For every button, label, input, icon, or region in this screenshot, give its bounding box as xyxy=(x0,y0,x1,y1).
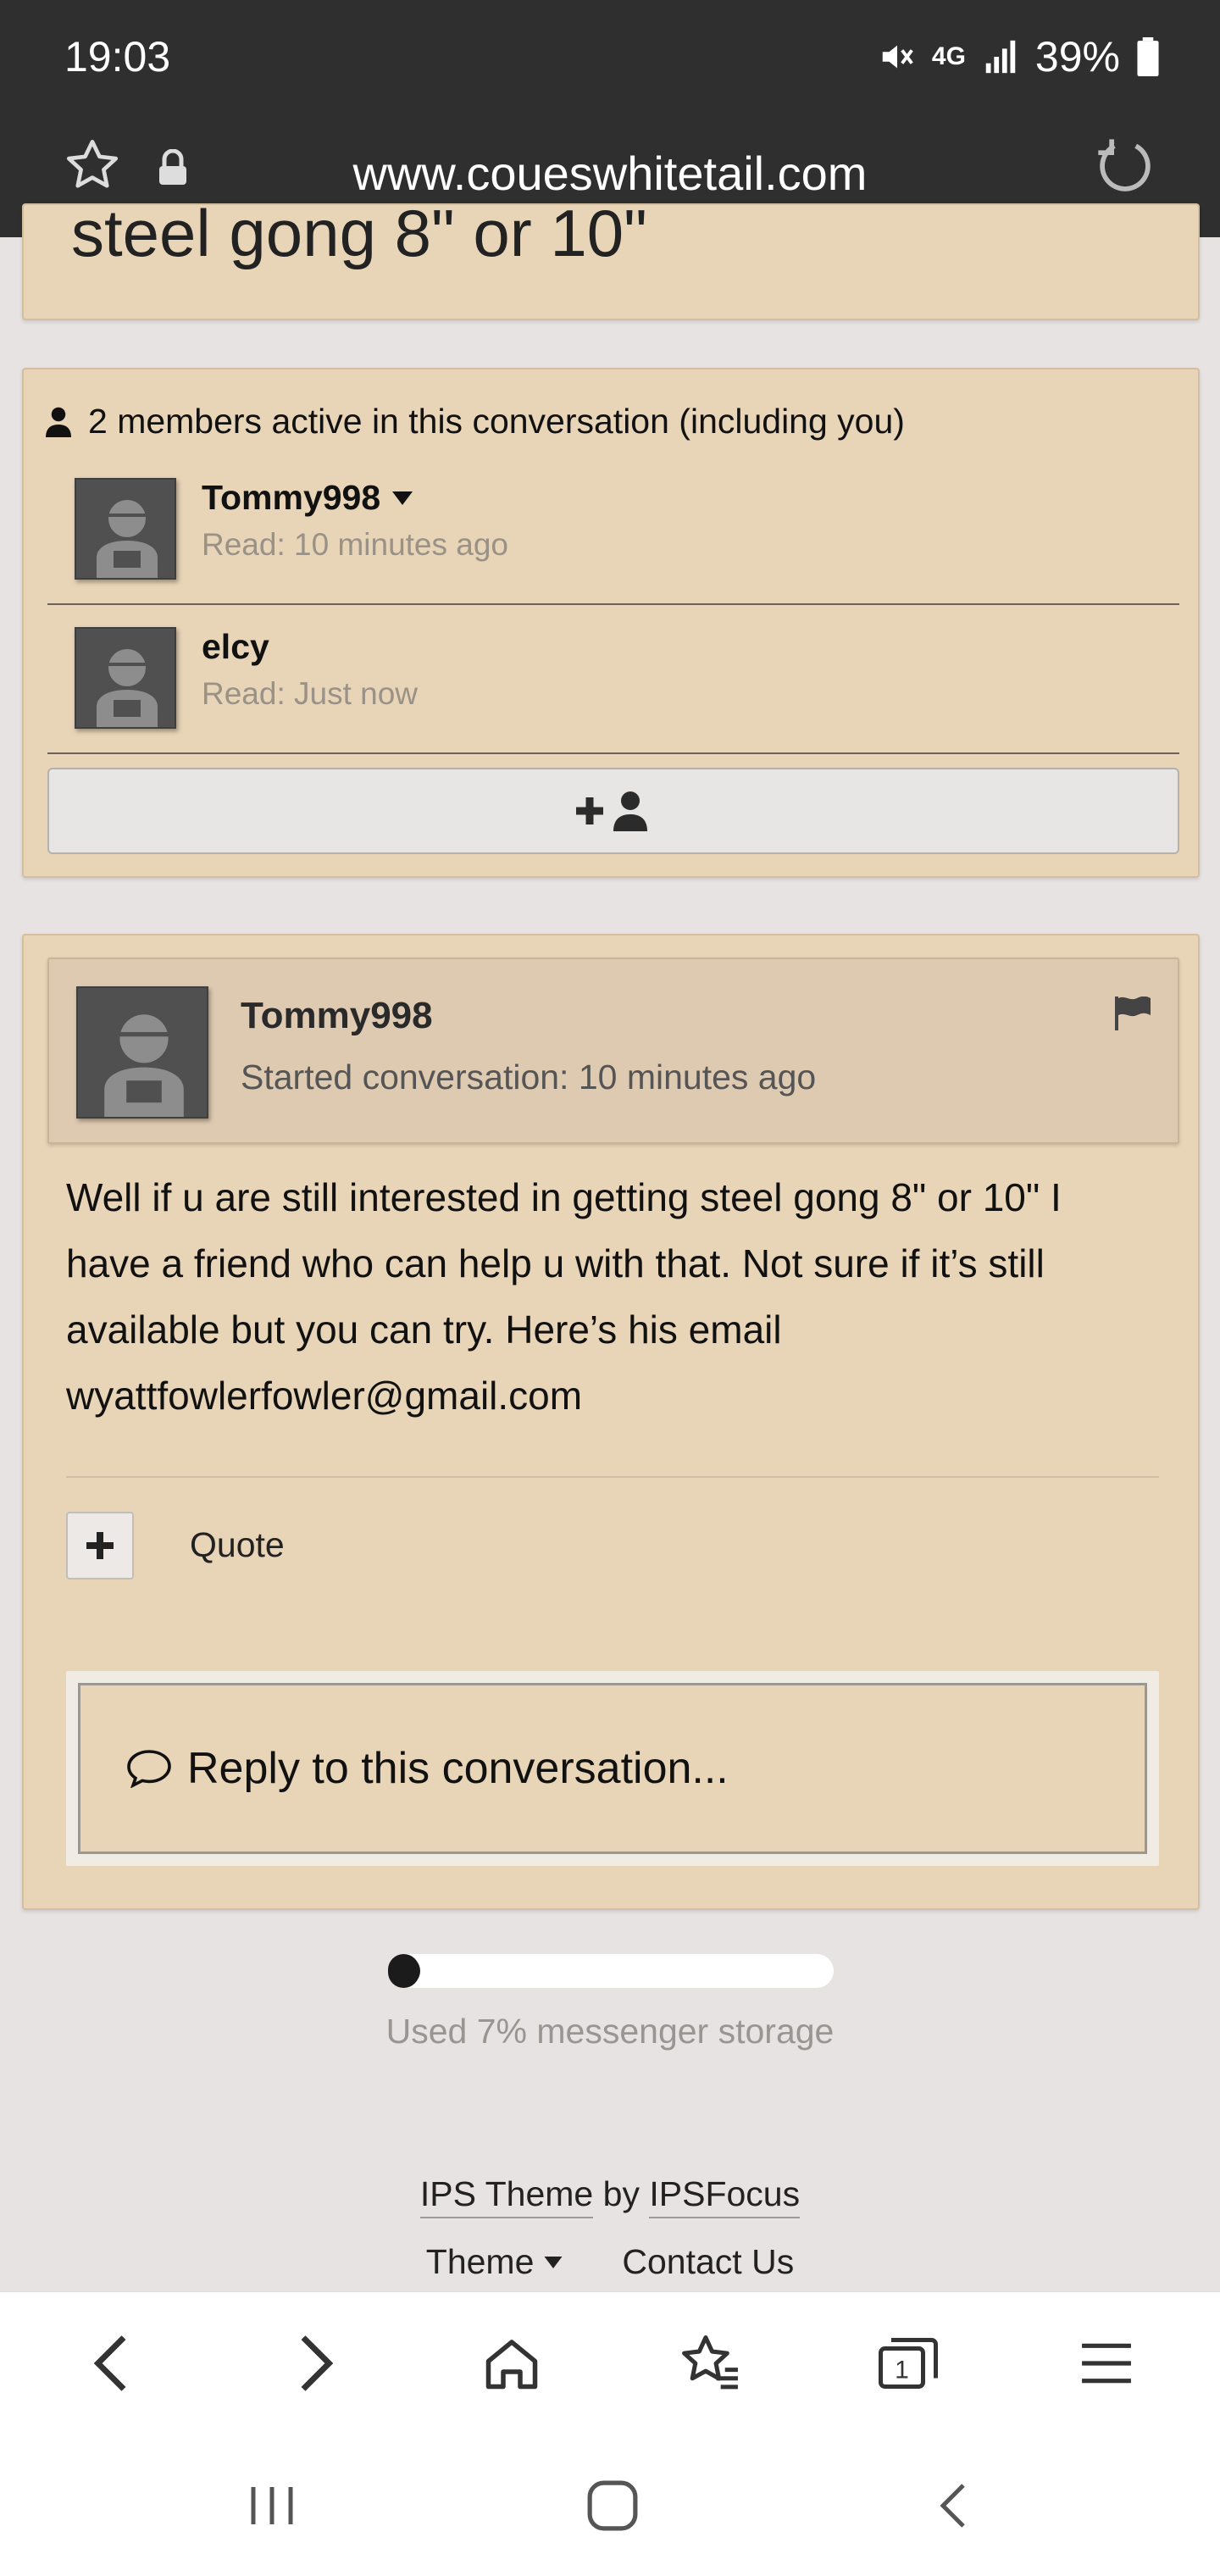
post-line: available but you can try. Here’s his em… xyxy=(66,1307,782,1352)
bookmark-star-icon[interactable] xyxy=(63,136,122,195)
member-name[interactable]: elcy xyxy=(202,627,269,667)
recent-apps-button[interactable] xyxy=(234,2468,310,2544)
recent-apps-icon xyxy=(251,2487,293,2524)
home-button[interactable] xyxy=(476,2328,547,2399)
default-avatar-icon xyxy=(76,480,175,578)
member-name[interactable]: Tommy998 xyxy=(202,478,413,518)
conversation-title-card: steel gong 8" or 10" xyxy=(22,203,1200,320)
chevron-left-icon xyxy=(93,2335,126,2391)
post-meta: Started conversation: 10 minutes ago xyxy=(241,1058,817,1096)
default-avatar-icon xyxy=(78,988,207,1117)
post-body: Well if u are still interested in gettin… xyxy=(66,1164,1167,1429)
add-user-icon xyxy=(576,791,647,831)
storage-progress-bar xyxy=(388,1954,834,1988)
footer-by: by xyxy=(602,2174,640,2213)
author-avatar[interactable] xyxy=(76,986,208,1119)
caret-down-icon[interactable] xyxy=(392,491,413,505)
svg-text:1: 1 xyxy=(895,2357,909,2384)
footer-credits: IPS Theme by IPSFocus xyxy=(0,2174,1220,2218)
default-avatar-icon xyxy=(76,629,175,727)
reply-area: Reply to this conversation... xyxy=(66,1671,1159,1866)
theme-menu[interactable]: Theme xyxy=(426,2242,563,2282)
bookmarks-button[interactable] xyxy=(674,2328,746,2399)
post-line: wyattfowlerfowler@gmail.com xyxy=(66,1374,583,1418)
signal-icon xyxy=(985,40,1016,74)
storage-progress-marker xyxy=(390,1956,420,1986)
plus-icon xyxy=(86,1532,114,1559)
mute-icon xyxy=(882,45,913,69)
home-square-icon xyxy=(587,2480,638,2531)
user-icon xyxy=(46,407,71,437)
storage-label: Used 7% messenger storage xyxy=(385,2012,835,2051)
ips-theme-link[interactable]: IPS Theme xyxy=(419,2174,594,2218)
post-divider xyxy=(66,1476,1159,1478)
conversation-title: steel gong 8" or 10" xyxy=(71,203,647,270)
home-icon xyxy=(485,2340,538,2390)
bookmarks-star-icon xyxy=(682,2335,738,2390)
comment-bubble-icon xyxy=(127,1750,171,1788)
lock-icon[interactable] xyxy=(156,149,190,186)
post-header: Tommy998 Started conversation: 10 minute… xyxy=(47,958,1179,1144)
battery-icon xyxy=(1137,37,1159,76)
status-indicators: 4G 39% xyxy=(878,32,1161,81)
system-navigation-bar xyxy=(0,2434,1220,2576)
system-home-button[interactable] xyxy=(574,2468,651,2544)
member-read-time: Read: Just now xyxy=(202,676,419,711)
hamburger-menu-icon xyxy=(1082,2343,1131,2384)
theme-menu-label[interactable]: Theme xyxy=(426,2242,535,2282)
caret-down-icon[interactable] xyxy=(544,2256,563,2268)
quote-button[interactable]: Quote xyxy=(190,1525,285,1565)
contact-us-link[interactable]: Contact Us xyxy=(622,2242,794,2282)
system-back-button[interactable] xyxy=(915,2468,991,2544)
back-button[interactable] xyxy=(76,2328,147,2399)
reload-icon[interactable] xyxy=(1093,134,1157,198)
battery-percent: 39% xyxy=(1034,33,1120,80)
member-row[interactable]: Tommy998 Read: 10 minutes ago xyxy=(47,456,1179,605)
back-arrow-icon xyxy=(940,2484,965,2528)
avatar[interactable] xyxy=(75,478,176,580)
message-post: Tommy998 Started conversation: 10 minute… xyxy=(22,934,1200,1910)
reply-placeholder[interactable]: Reply to this conversation... xyxy=(187,1743,729,1794)
multiquote-button[interactable] xyxy=(66,1512,134,1579)
ipsfocus-link[interactable]: IPSFocus xyxy=(649,2174,801,2218)
tabs-button[interactable]: 1 xyxy=(873,2328,944,2399)
post-line: Well if u are still interested in gettin… xyxy=(66,1175,1062,1219)
chevron-right-icon xyxy=(301,2335,334,2391)
avatar[interactable] xyxy=(75,627,176,729)
tabs-icon: 1 xyxy=(879,2338,938,2389)
member-read-time: Read: 10 minutes ago xyxy=(202,527,509,562)
forward-button[interactable] xyxy=(280,2328,351,2399)
reply-input[interactable]: Reply to this conversation... xyxy=(78,1683,1147,1854)
menu-button[interactable] xyxy=(1071,2328,1142,2399)
member-row[interactable]: elcy Read: Just now xyxy=(47,605,1179,754)
status-time: 19:03 xyxy=(64,33,171,80)
network-type: 4G xyxy=(931,42,966,70)
status-bar: 19:03 4G 39% xyxy=(0,0,1220,119)
footer-links: Theme Contact Us xyxy=(0,2242,1220,2282)
post-author[interactable]: Tommy998 xyxy=(241,995,433,1037)
members-header-text: 2 members active in this conversation (i… xyxy=(88,402,905,441)
add-member-button[interactable] xyxy=(47,768,1179,854)
members-panel: 2 members active in this conversation (i… xyxy=(22,368,1200,878)
members-header: 2 members active in this conversation (i… xyxy=(46,402,905,441)
browser-toolbar: 1 xyxy=(0,2291,1220,2434)
post-line: have a friend who can help u with that. … xyxy=(66,1241,1045,1285)
report-flag-icon[interactable] xyxy=(1115,997,1152,1030)
